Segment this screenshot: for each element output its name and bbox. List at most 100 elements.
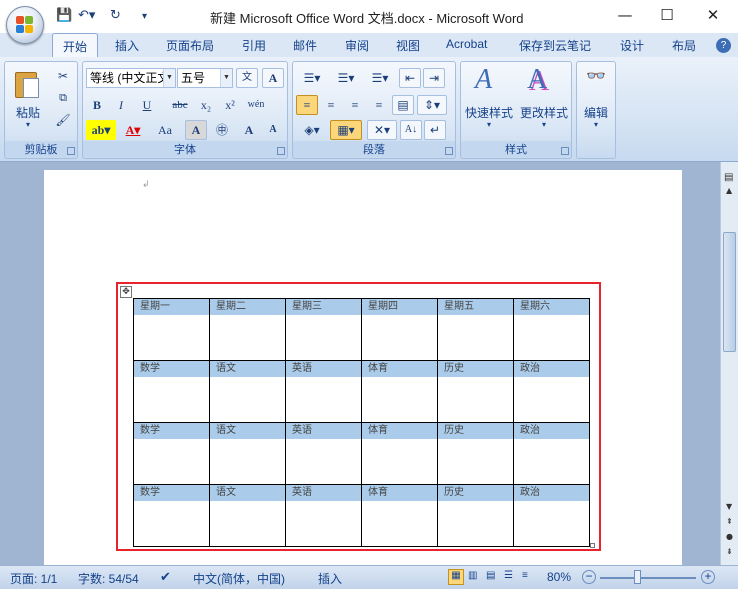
ruler-toggle-icon[interactable]: ▤ xyxy=(724,172,733,183)
table-cell[interactable]: 英语 xyxy=(285,360,362,423)
bold-button[interactable]: B xyxy=(86,95,108,115)
customize-quick-access-icon[interactable]: ▾ xyxy=(142,11,147,22)
justify-icon[interactable]: ≡ xyxy=(368,95,390,115)
strikethrough-button[interactable]: abc xyxy=(167,95,193,115)
quick-styles-button[interactable]: 快速样式 xyxy=(463,104,515,121)
table-cell[interactable]: 星期六 xyxy=(513,298,590,361)
tab-view[interactable]: 视图 xyxy=(396,37,420,54)
next-page-icon[interactable]: ⇟ xyxy=(726,547,733,556)
zoom-slider[interactable] xyxy=(600,577,696,579)
table-resize-handle-icon[interactable] xyxy=(590,543,595,548)
table-cell[interactable]: 政治 xyxy=(513,422,590,485)
char-border-icon[interactable]: A xyxy=(262,68,284,88)
print-layout-icon[interactable]: ▦ xyxy=(448,569,464,585)
copy-icon[interactable]: ⧉ xyxy=(53,88,73,108)
zoom-level[interactable]: 80% xyxy=(547,570,571,584)
paste-button[interactable]: 粘贴 xyxy=(13,104,43,121)
tab-design[interactable]: 设计 xyxy=(620,37,644,54)
insert-mode-indicator[interactable]: 插入 xyxy=(318,570,342,587)
font-launcher-icon[interactable] xyxy=(277,147,285,155)
table-cell[interactable]: 语文 xyxy=(209,422,286,485)
proofing-icon[interactable]: ✔ xyxy=(160,569,171,585)
scroll-up-icon[interactable]: ▲ xyxy=(726,186,732,195)
change-styles-button[interactable]: 更改样式 xyxy=(517,104,571,121)
table-cell[interactable]: 体育 xyxy=(361,422,438,485)
change-styles-icon[interactable]: A xyxy=(527,64,547,96)
binoculars-icon[interactable]: 👓 xyxy=(585,66,607,92)
wen-icon[interactable]: 文 xyxy=(236,68,258,88)
font-size-combo[interactable]: 五号 ▼ xyxy=(177,68,233,88)
undo-icon[interactable]: ↶▾ xyxy=(78,8,95,23)
table-move-handle-icon[interactable]: ✥ xyxy=(120,286,132,298)
schedule-table[interactable]: 星期一 星期二 星期三 星期四 星期五 星期六 数学 语文 英语 体育 历史 政… xyxy=(133,298,590,547)
paragraph-launcher-icon[interactable] xyxy=(445,147,453,155)
underline-button[interactable]: U xyxy=(134,95,160,115)
multilevel-list-icon[interactable]: ☰▾ xyxy=(364,68,396,88)
shading-icon[interactable]: ◈▾ xyxy=(296,120,328,140)
table-cell[interactable]: 英语 xyxy=(285,484,362,547)
redo-icon[interactable]: ↻ xyxy=(110,8,121,23)
previous-page-icon[interactable]: ⇞ xyxy=(726,517,733,526)
scrollbar-thumb[interactable] xyxy=(723,232,736,352)
quick-styles-icon[interactable]: A xyxy=(475,64,492,96)
italic-button[interactable]: I xyxy=(110,95,132,115)
enclose-char-icon[interactable]: ㊥ xyxy=(211,120,233,140)
tab-layout[interactable]: 布局 xyxy=(672,37,696,54)
numbering-icon[interactable]: ☰▾ xyxy=(330,68,362,88)
table-cell[interactable]: 星期三 xyxy=(285,298,362,361)
zoom-out-icon[interactable]: − xyxy=(582,570,596,584)
show-marks-icon[interactable]: ↵ xyxy=(424,120,446,140)
table-cell[interactable]: 体育 xyxy=(361,484,438,547)
close-button[interactable]: ✕ xyxy=(698,6,728,24)
table-cell[interactable]: 历史 xyxy=(437,422,514,485)
sort-icon[interactable]: A↓ xyxy=(400,120,422,140)
chinese-layout-icon[interactable]: ✕▾ xyxy=(367,120,397,140)
align-center-icon[interactable]: ≡ xyxy=(320,95,342,115)
tab-page-layout[interactable]: 页面布局 xyxy=(166,37,214,54)
table-cell[interactable]: 英语 xyxy=(285,422,362,485)
paste-dropdown-icon[interactable]: ▾ xyxy=(13,120,43,129)
draft-view-icon[interactable]: ≡ xyxy=(522,570,528,581)
tab-insert[interactable]: 插入 xyxy=(115,37,139,54)
cut-icon[interactable]: ✂ xyxy=(53,66,73,86)
language-indicator[interactable]: 中文(简体，中国) xyxy=(193,570,285,587)
styles-launcher-icon[interactable] xyxy=(561,147,569,155)
change-case-button[interactable]: Aa xyxy=(151,120,179,140)
tab-review[interactable]: 审阅 xyxy=(345,37,369,54)
page-indicator[interactable]: 页面: 1/1 xyxy=(10,570,57,587)
table-cell[interactable]: 语文 xyxy=(209,484,286,547)
table-cell[interactable]: 数学 xyxy=(133,422,210,485)
paste-icon[interactable] xyxy=(13,68,43,100)
subscript-button[interactable]: x₂ xyxy=(195,95,217,115)
borders-icon[interactable]: ▦▾ xyxy=(330,120,362,140)
select-browse-object-icon[interactable]: ● xyxy=(726,532,733,541)
tab-acrobat[interactable]: Acrobat xyxy=(446,37,487,51)
align-right-icon[interactable]: ≡ xyxy=(344,95,366,115)
quick-styles-dropdown-icon[interactable]: ▾ xyxy=(463,120,515,129)
align-left-icon[interactable]: ≡ xyxy=(296,95,318,115)
outline-view-icon[interactable]: ☰ xyxy=(504,570,513,581)
table-cell[interactable]: 星期四 xyxy=(361,298,438,361)
tab-mailings[interactable]: 邮件 xyxy=(293,37,317,54)
word-count[interactable]: 字数: 54/54 xyxy=(78,570,139,587)
minimize-button[interactable]: — xyxy=(610,6,640,24)
table-cell[interactable]: 星期五 xyxy=(437,298,514,361)
font-name-combo[interactable]: 等线 (中文正文 ▼ xyxy=(86,68,176,88)
table-cell[interactable]: 数学 xyxy=(133,484,210,547)
decrease-indent-icon[interactable]: ⇤ xyxy=(399,68,421,88)
change-styles-dropdown-icon[interactable]: ▾ xyxy=(517,120,571,129)
editing-dropdown-icon[interactable]: ▾ xyxy=(577,120,615,129)
web-layout-icon[interactable]: ▤ xyxy=(486,570,495,581)
table-cell[interactable]: 体育 xyxy=(361,360,438,423)
table-cell[interactable]: 语文 xyxy=(209,360,286,423)
zoom-slider-thumb[interactable] xyxy=(634,570,641,584)
grow-font-icon[interactable]: A xyxy=(238,120,260,140)
vertical-scrollbar[interactable]: ▤ ▲ ▼ ⇞ ● ⇟ xyxy=(720,162,738,565)
table-cell[interactable]: 政治 xyxy=(513,360,590,423)
increase-indent-icon[interactable]: ⇥ xyxy=(423,68,445,88)
line-spacing-icon[interactable]: ⇕▾ xyxy=(417,95,447,115)
help-icon[interactable]: ? xyxy=(716,38,731,53)
tab-home[interactable]: 开始 xyxy=(52,33,99,58)
save-icon[interactable]: 💾 xyxy=(56,8,72,23)
font-color-icon[interactable]: A▾ xyxy=(120,120,146,140)
